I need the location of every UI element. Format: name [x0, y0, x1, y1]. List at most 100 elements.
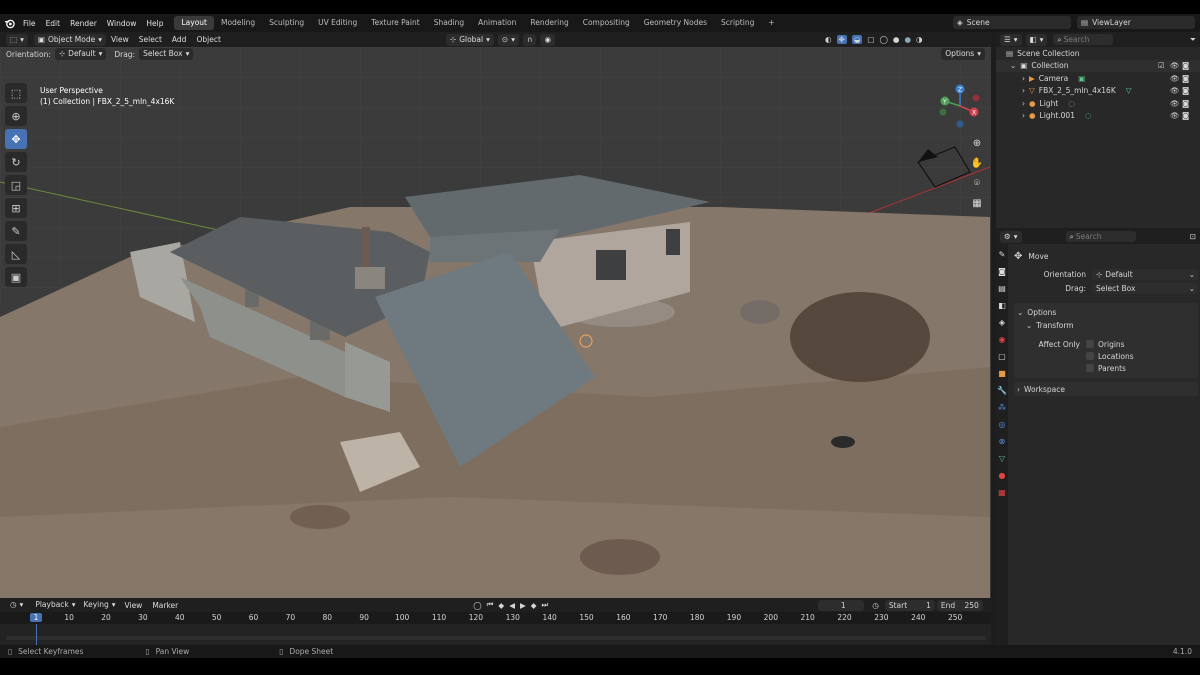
- physics-tab-icon[interactable]: ◎: [997, 419, 1007, 430]
- proportional-edit-toggle[interactable]: ◉: [540, 33, 555, 46]
- move-tool-icon[interactable]: ✥: [5, 129, 27, 149]
- current-frame-field[interactable]: 1: [818, 599, 865, 611]
- properties-search[interactable]: ⌕ Search: [1065, 231, 1136, 242]
- outliner-item-light[interactable]: › ● Light ◌ 👁 ◙: [996, 97, 1200, 110]
- add-workspace-button[interactable]: +: [761, 16, 781, 30]
- origins-checkbox[interactable]: [1086, 340, 1094, 348]
- visibility-icon[interactable]: ◐: [825, 35, 832, 44]
- menu-file[interactable]: File: [18, 19, 41, 28]
- snap-toggle[interactable]: ∩: [522, 33, 537, 46]
- drag-selector[interactable]: Select Box ▾: [139, 48, 194, 60]
- data-tab-icon[interactable]: ▽: [997, 453, 1007, 464]
- object-menu[interactable]: Object: [191, 35, 225, 44]
- rotate-tool-icon[interactable]: ↻: [5, 152, 27, 172]
- outliner-editor-type[interactable]: ☰ ▾: [1000, 33, 1022, 46]
- drag-dropdown[interactable]: Select Box ⌄: [1092, 282, 1198, 294]
- eye-icon[interactable]: 👁: [1170, 86, 1180, 95]
- timeline-view-menu[interactable]: View: [120, 601, 148, 610]
- playback-menu[interactable]: Playback ▾: [31, 599, 79, 611]
- render-camera-icon[interactable]: ◙: [1182, 99, 1189, 108]
- measure-tool-icon[interactable]: ◺: [5, 244, 27, 264]
- rendered-shading-icon[interactable]: ◑: [916, 35, 923, 44]
- orientation-selector[interactable]: ⊹ Default ▾: [54, 48, 107, 60]
- options-button[interactable]: Options ▾: [941, 48, 985, 60]
- zoom-icon[interactable]: ⊕: [968, 135, 986, 152]
- perspective-toggle-icon[interactable]: ▦: [968, 195, 986, 212]
- render-tab-icon[interactable]: ◙: [997, 266, 1007, 277]
- collection-checkbox-icon[interactable]: ☑: [1158, 61, 1165, 70]
- render-camera-icon[interactable]: ◙: [1182, 86, 1189, 95]
- timeline-editor-type[interactable]: ◷ ▾: [6, 599, 27, 611]
- tab-shading[interactable]: Shading: [427, 16, 471, 30]
- 3d-viewport[interactable]: User Perspective (1) Collection | FBX_2_…: [0, 47, 991, 609]
- outliner-item-mesh[interactable]: › ▽ FBX_2_5_mln_4x16K ▽ 👁 ◙: [996, 85, 1200, 98]
- tab-modeling[interactable]: Modeling: [214, 16, 262, 30]
- blender-logo-icon[interactable]: [0, 14, 18, 32]
- constraints-tab-icon[interactable]: ⊗: [997, 436, 1007, 447]
- keying-menu[interactable]: Keying ▾: [80, 599, 120, 611]
- menu-edit[interactable]: Edit: [41, 19, 66, 28]
- locations-checkbox[interactable]: [1086, 352, 1094, 360]
- transform-orientation-selector[interactable]: ⊹ Global ▾: [445, 33, 494, 46]
- menu-help[interactable]: Help: [141, 19, 168, 28]
- jump-end-icon[interactable]: ⏭: [542, 600, 549, 610]
- tab-compositing[interactable]: Compositing: [576, 16, 637, 30]
- record-icon[interactable]: ◯: [473, 601, 481, 610]
- camera-view-icon[interactable]: ⌾: [968, 175, 986, 192]
- play-icon[interactable]: ▶: [520, 601, 526, 610]
- material-shading-icon[interactable]: ●: [904, 35, 911, 44]
- eye-icon[interactable]: 👁: [1170, 111, 1180, 120]
- object-tab-icon[interactable]: ■: [997, 368, 1007, 379]
- eye-icon[interactable]: 👁: [1170, 61, 1180, 70]
- gizmo-toggle-icon[interactable]: ✥: [836, 35, 847, 44]
- options-header[interactable]: ⌄ Options: [1014, 306, 1198, 319]
- output-tab-icon[interactable]: ▤: [997, 283, 1007, 294]
- parents-checkbox[interactable]: [1086, 364, 1094, 372]
- frame-ruler[interactable]: 1 10 20 30 40 50 60 70 80 90 100 110 120 130 140 150 160…: [0, 612, 991, 624]
- select-box-tool-icon[interactable]: ⬚: [5, 83, 27, 103]
- stopwatch-icon[interactable]: ◷: [872, 601, 879, 610]
- timeline-area[interactable]: 1 10 20 30 40 50 60 70 80 90 100 110 120 130 140 150 160…: [0, 612, 991, 645]
- start-frame-field[interactable]: Start 1: [884, 599, 935, 611]
- render-camera-icon[interactable]: ◙: [1182, 61, 1189, 70]
- pin-icon[interactable]: ⊡: [1190, 232, 1196, 241]
- playhead[interactable]: [36, 624, 37, 645]
- menu-render[interactable]: Render: [65, 19, 102, 28]
- menu-window[interactable]: Window: [102, 19, 142, 28]
- next-keyframe-icon[interactable]: ◆: [531, 601, 537, 610]
- timeline-scrollbar[interactable]: [6, 636, 986, 640]
- properties-editor-type[interactable]: ⚙ ▾: [1000, 230, 1022, 243]
- tab-animation[interactable]: Animation: [471, 16, 523, 30]
- tab-geometry-nodes[interactable]: Geometry Nodes: [637, 16, 714, 30]
- render-camera-icon[interactable]: ◙: [1182, 111, 1189, 120]
- jump-start-icon[interactable]: ⏮: [487, 600, 494, 610]
- add-cube-tool-icon[interactable]: ▣: [5, 267, 27, 287]
- xray-icon[interactable]: ▢: [867, 35, 874, 44]
- eye-icon[interactable]: 👁: [1170, 99, 1180, 108]
- editor-type-button[interactable]: ⬚ ▾: [6, 33, 28, 46]
- outliner-item-light-001[interactable]: › ● Light.001 ◌ 👁 ◙: [996, 110, 1200, 123]
- orientation-dropdown[interactable]: ⊹ Default ⌄: [1092, 268, 1198, 280]
- wireframe-shading-icon[interactable]: ◯: [879, 35, 887, 44]
- tab-uv-editing[interactable]: UV Editing: [311, 16, 364, 30]
- prev-keyframe-icon[interactable]: ◆: [498, 601, 504, 610]
- particles-tab-icon[interactable]: ⁂: [997, 402, 1007, 413]
- view-layer-tab-icon[interactable]: ◧: [997, 300, 1007, 311]
- outliner-search[interactable]: ⌕ Search: [1053, 34, 1114, 45]
- view-menu[interactable]: View: [106, 35, 134, 44]
- transform-tool-icon[interactable]: ⊞: [5, 198, 27, 218]
- display-mode-selector[interactable]: ◧ ▾: [1025, 33, 1048, 46]
- material-tab-icon[interactable]: ●: [997, 470, 1007, 481]
- workspace-section[interactable]: › Workspace: [1014, 382, 1198, 396]
- scene-collection-row[interactable]: ▤ Scene Collection: [996, 47, 1200, 60]
- collection-row[interactable]: ⌄ ▣ Collection ☑ 👁 ◙: [996, 59, 1200, 72]
- tab-rendering[interactable]: Rendering: [523, 16, 575, 30]
- filter-icon[interactable]: ⏷: [1190, 35, 1196, 45]
- add-menu[interactable]: Add: [167, 35, 192, 44]
- marker-menu[interactable]: Marker: [147, 601, 183, 610]
- render-camera-icon[interactable]: ◙: [1182, 74, 1189, 83]
- mode-selector[interactable]: ▣ Object Mode ▾: [33, 33, 106, 46]
- transform-header[interactable]: ⌄ Transform: [1014, 319, 1198, 332]
- play-reverse-icon[interactable]: ◀: [509, 601, 515, 610]
- tab-layout[interactable]: Layout: [174, 16, 214, 30]
